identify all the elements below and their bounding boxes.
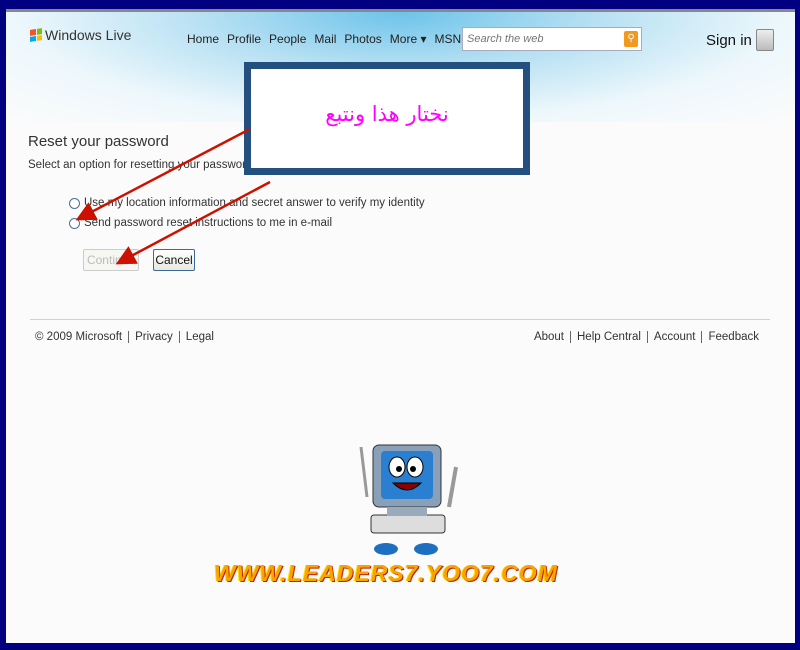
arrow-to-continue	[115, 180, 271, 265]
arrow-to-email-option	[75, 127, 251, 221]
annotation-arrows	[75, 127, 271, 265]
